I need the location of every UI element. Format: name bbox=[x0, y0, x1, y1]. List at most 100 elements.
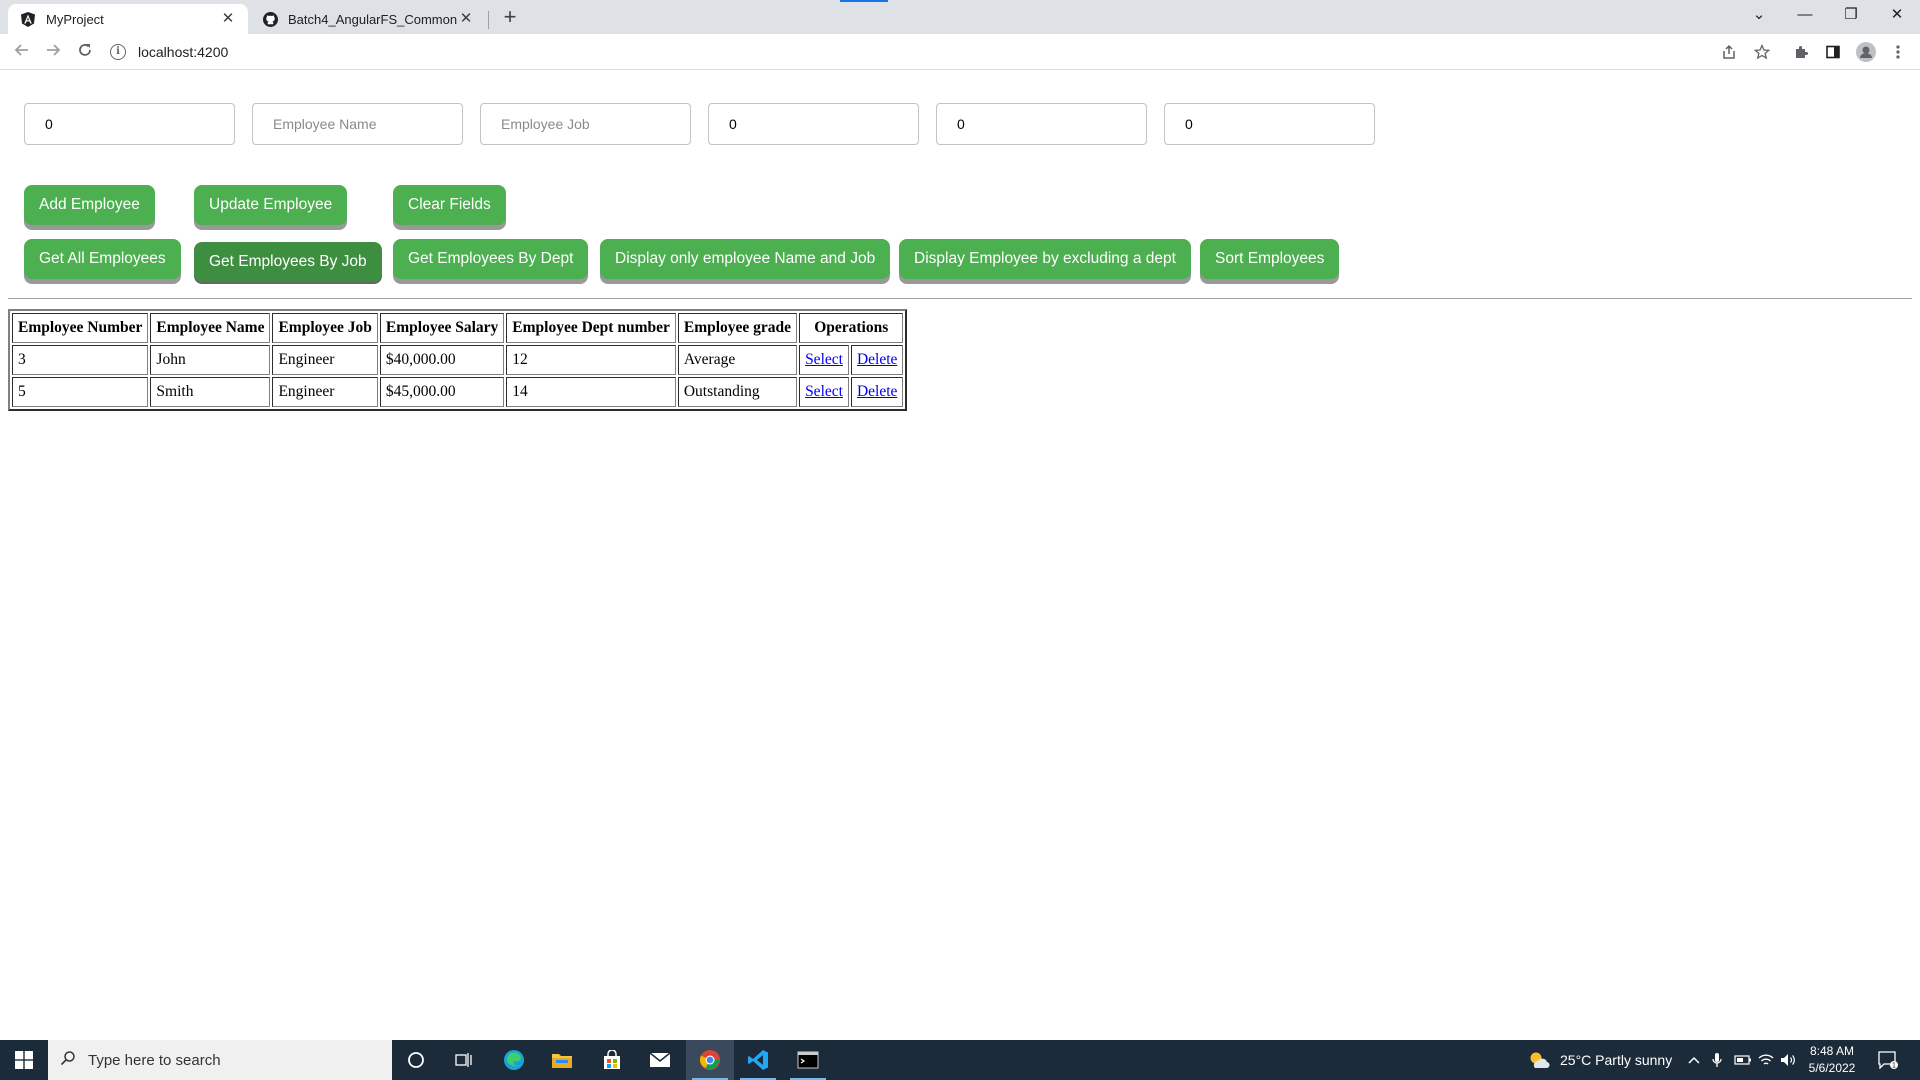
terminal-icon[interactable] bbox=[784, 1040, 832, 1080]
header-employee-grade: Employee grade bbox=[677, 313, 798, 343]
back-icon[interactable] bbox=[10, 40, 34, 64]
restore-button[interactable]: ❐ bbox=[1828, 0, 1874, 30]
forward-icon[interactable] bbox=[41, 40, 65, 64]
cell-dept: 14 bbox=[506, 377, 676, 407]
edge-browser-icon[interactable] bbox=[490, 1040, 538, 1080]
close-tab-icon[interactable]: ✕ bbox=[220, 11, 236, 27]
close-window-button[interactable]: ✕ bbox=[1874, 0, 1920, 30]
select-link[interactable]: Select bbox=[805, 351, 843, 368]
microsoft-store-icon[interactable] bbox=[588, 1040, 636, 1080]
browser-tab-strip: MyProject ✕ Batch4_AngularFS_CommonMod ✕… bbox=[0, 0, 1920, 34]
angular-icon bbox=[20, 11, 36, 27]
employee-number-field[interactable] bbox=[24, 103, 235, 145]
clock-time: 8:48 AM bbox=[1809, 1044, 1855, 1058]
weather-widget[interactable]: 25°C Partly sunny bbox=[1528, 1040, 1672, 1080]
menu-kebab-icon[interactable] bbox=[1887, 41, 1909, 63]
wifi-icon[interactable] bbox=[1758, 1040, 1774, 1080]
cell-delete: Delete bbox=[850, 377, 904, 407]
employee-dept-field[interactable] bbox=[936, 103, 1147, 145]
get-all-employees-button[interactable]: Get All Employees bbox=[24, 239, 181, 279]
tab-separator bbox=[488, 11, 489, 29]
cell-select: Select bbox=[799, 377, 849, 407]
github-icon bbox=[262, 11, 278, 27]
taskbar-clock[interactable]: 8:48 AM 5/6/2022 bbox=[1796, 1043, 1868, 1077]
select-link[interactable]: Select bbox=[805, 383, 843, 400]
weather-text: 25°C Partly sunny bbox=[1560, 1052, 1673, 1068]
notifications-icon[interactable]: 1 bbox=[1878, 1040, 1898, 1080]
search-placeholder: Type here to search bbox=[88, 1051, 221, 1069]
tab-title: Batch4_AngularFS_CommonMod bbox=[288, 11, 458, 27]
display-name-and-job-button[interactable]: Display only employee Name and Job bbox=[600, 239, 891, 279]
employee-job-field[interactable] bbox=[480, 103, 691, 145]
header-employee-salary: Employee Salary bbox=[379, 313, 505, 343]
profile-avatar-icon[interactable] bbox=[1855, 41, 1877, 63]
share-icon[interactable] bbox=[1718, 41, 1740, 63]
windows-start-icon[interactable] bbox=[0, 1040, 48, 1080]
clear-fields-button[interactable]: Clear Fields bbox=[393, 185, 506, 225]
mail-icon[interactable] bbox=[636, 1040, 684, 1080]
tab-search-icon[interactable]: ⌄ bbox=[1736, 0, 1782, 30]
sort-employees-button[interactable]: Sort Employees bbox=[1200, 239, 1340, 279]
cell-job: Engineer bbox=[272, 377, 378, 407]
extensions-icon[interactable] bbox=[1790, 41, 1812, 63]
employee-table: Employee Number Employee Name Employee J… bbox=[8, 309, 908, 411]
display-excluding-dept-button[interactable]: Display Employee by excluding a dept bbox=[899, 239, 1191, 279]
notification-count: 1 bbox=[1892, 1062, 1896, 1069]
task-view-icon[interactable] bbox=[440, 1040, 488, 1080]
header-employee-job: Employee Job bbox=[272, 313, 378, 343]
browser-toolbar: i localhost:4200 bbox=[0, 34, 1920, 70]
reload-icon[interactable] bbox=[73, 40, 97, 64]
volume-icon[interactable] bbox=[1780, 1040, 1796, 1080]
vscode-icon[interactable] bbox=[734, 1040, 782, 1080]
employee-grade-field[interactable] bbox=[1164, 103, 1375, 145]
get-employees-by-job-button[interactable]: Get Employees By Job bbox=[194, 242, 382, 282]
url-text: localhost:4200 bbox=[138, 44, 229, 60]
windows-taskbar: Type here to search 25°C Partly sunny 8:… bbox=[0, 1040, 1920, 1080]
new-tab-button[interactable]: + bbox=[496, 5, 524, 29]
table-header-row: Employee Number Employee Name Employee J… bbox=[12, 313, 904, 343]
delete-link[interactable]: Delete bbox=[857, 383, 897, 400]
cell-grade: Average bbox=[677, 345, 798, 375]
tab-myproject[interactable]: MyProject ✕ bbox=[8, 4, 248, 34]
header-employee-number: Employee Number bbox=[12, 313, 149, 343]
battery-icon[interactable] bbox=[1734, 1040, 1752, 1080]
header-operations: Operations bbox=[799, 313, 904, 343]
cell-salary: $45,000.00 bbox=[379, 377, 505, 407]
taskbar-search-box[interactable]: Type here to search bbox=[48, 1040, 392, 1080]
cell-grade: Outstanding bbox=[677, 377, 798, 407]
weather-sun-cloud-icon bbox=[1530, 1052, 1550, 1069]
get-employees-by-dept-button[interactable]: Get Employees By Dept bbox=[393, 239, 589, 279]
add-employee-button[interactable]: Add Employee bbox=[24, 185, 155, 225]
header-employee-dept: Employee Dept number bbox=[506, 313, 676, 343]
delete-link[interactable]: Delete bbox=[857, 351, 897, 368]
cortana-icon[interactable] bbox=[392, 1040, 440, 1080]
cell-select: Select bbox=[799, 345, 849, 375]
cell-name: John bbox=[150, 345, 271, 375]
cell-delete: Delete bbox=[850, 345, 904, 375]
header-employee-name: Employee Name bbox=[150, 313, 271, 343]
address-bar[interactable]: i localhost:4200 bbox=[110, 37, 1770, 67]
page-content: Add Employee Update Employee Clear Field… bbox=[0, 71, 1920, 1039]
cell-salary: $40,000.00 bbox=[379, 345, 505, 375]
side-panel-icon[interactable] bbox=[1822, 41, 1844, 63]
bookmark-star-icon[interactable] bbox=[1751, 41, 1773, 63]
minimize-button[interactable]: — bbox=[1782, 0, 1828, 30]
divider bbox=[8, 298, 1912, 299]
table-row: 3 John Engineer $40,000.00 12 Average Se… bbox=[12, 345, 904, 375]
search-icon bbox=[60, 1050, 76, 1071]
tab-title: MyProject bbox=[46, 11, 104, 27]
employee-salary-field[interactable] bbox=[708, 103, 919, 145]
employee-name-field[interactable] bbox=[252, 103, 463, 145]
close-tab-icon[interactable]: ✕ bbox=[458, 11, 474, 27]
chrome-icon[interactable] bbox=[686, 1040, 734, 1080]
clock-date: 5/6/2022 bbox=[1808, 1061, 1856, 1075]
site-info-icon[interactable]: i bbox=[110, 44, 126, 60]
tab-github[interactable]: Batch4_AngularFS_CommonMod ✕ bbox=[250, 4, 486, 34]
cell-name: Smith bbox=[150, 377, 271, 407]
show-hidden-icons-icon[interactable] bbox=[1688, 1040, 1700, 1080]
microphone-icon[interactable] bbox=[1712, 1040, 1722, 1080]
update-employee-button[interactable]: Update Employee bbox=[194, 185, 348, 225]
file-explorer-icon[interactable] bbox=[538, 1040, 586, 1080]
cell-job: Engineer bbox=[272, 345, 378, 375]
cell-dept: 12 bbox=[506, 345, 676, 375]
